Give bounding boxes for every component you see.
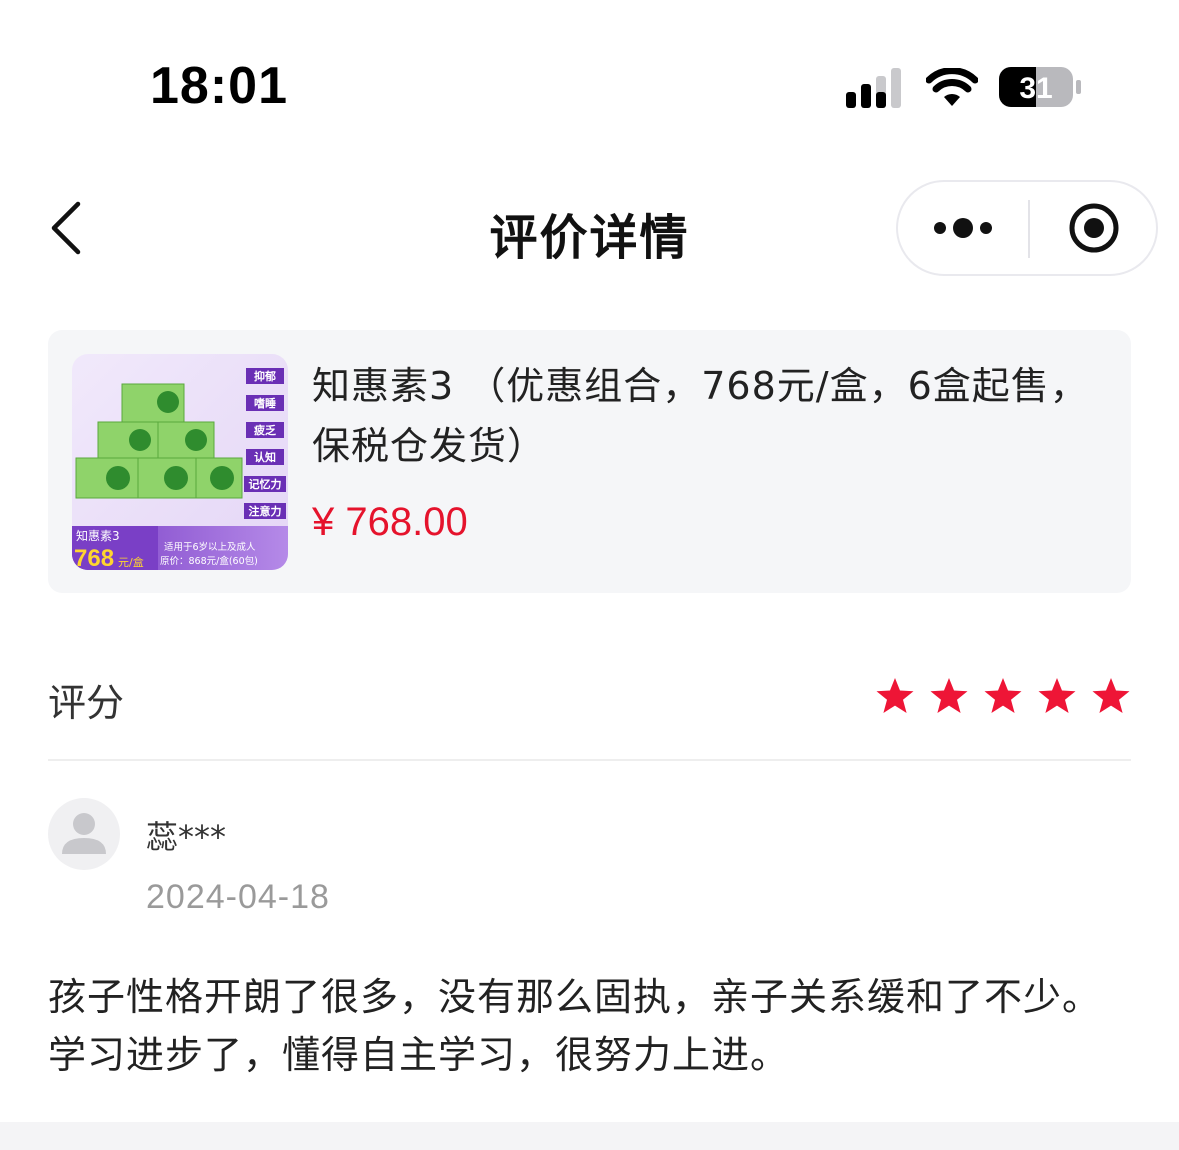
star-icon [930,678,968,713]
product-image: 抑郁 嗜睡 疲乏 认知 记忆力 注意力 知惠素3 768 元/盒 适用于6岁以上… [72,354,288,570]
battery-level: 31 [1019,72,1052,105]
reviewer-info: 蕊*** 2024-04-18 [48,798,1131,938]
badge-name: 知惠素3 [76,529,120,543]
bottom-divider-strip [0,1122,1179,1150]
image-tag: 注意力 [249,504,282,518]
star-icon [984,678,1022,713]
status-bar: 18:01 31 [0,0,1179,150]
product-card[interactable]: 抑郁 嗜睡 疲乏 认知 记忆力 注意力 知惠素3 768 元/盒 适用于6岁以上… [48,330,1131,593]
star-icon [876,678,914,713]
image-tag: 抑郁 [254,369,276,383]
review-text: 孩子性格开朗了很多，没有那么固执，亲子关系缓和了不少。学习进步了，懂得自主学习，… [48,975,1102,1077]
badge-price: 768 [74,545,114,570]
badge-unit: 元/盒 [118,555,144,569]
review-date: 2024-04-18 [146,878,330,916]
target-close-icon [1069,203,1119,253]
rating-row: 评分 [48,660,1131,736]
image-tag: 嗜睡 [254,396,276,410]
star-icon [1092,678,1130,713]
avatar [48,798,120,870]
product-name: 知惠素3 （优惠组合，768元/盒，6盒起售，保税仓发货） [312,364,1089,468]
close-button[interactable] [1030,182,1158,274]
more-dots-icon [934,218,992,238]
badge-original-price: 原价：868元/盒(60包) [160,555,258,567]
image-tag: 记忆力 [249,477,282,491]
user-avatar-icon [62,813,106,854]
rating-stars [875,676,1131,716]
wifi-icon [926,68,978,106]
rating-label: 评分 [48,681,125,725]
star-icon [1038,678,1076,713]
image-tag: 疲乏 [254,423,276,437]
battery-icon: 31 [999,67,1081,107]
product-price: ¥ 768.00 [312,500,468,544]
product-image-banner: 知惠素3 768 元/盒 适用于6岁以上及成人 原价：868元/盒(60包) [72,526,288,570]
more-button[interactable] [898,182,1028,274]
reviewer-name: 蕊*** [146,818,227,856]
badge-note: 适用于6岁以上及成人 [164,541,256,553]
cellular-signal-icon [846,68,901,108]
status-time: 18:01 [150,57,288,115]
image-tag: 认知 [254,450,276,464]
mini-program-capsule [896,180,1158,276]
divider [48,759,1131,761]
navigation-bar: 评价详情 [0,180,1179,276]
